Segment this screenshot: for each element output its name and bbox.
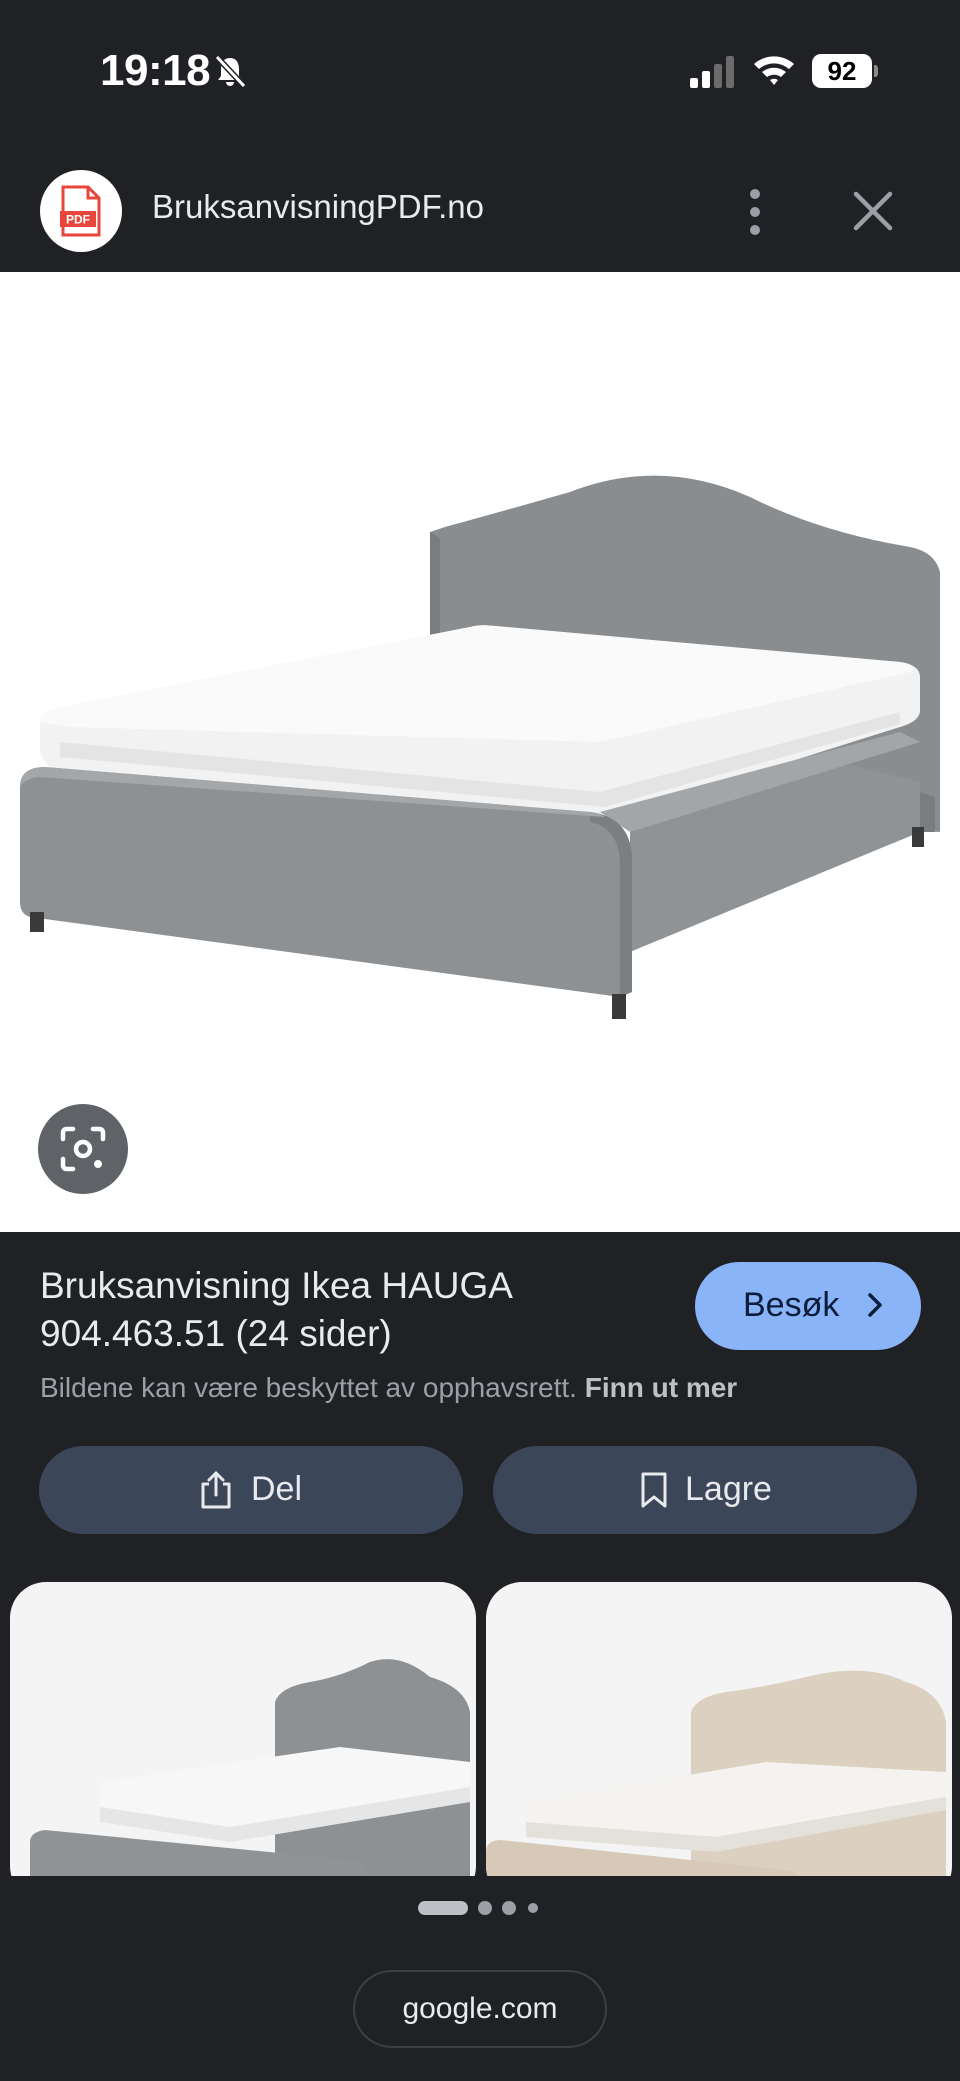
site-name[interactable]: BruksanvisningPDF.no (152, 188, 484, 226)
result-title[interactable]: Bruksanvisning Ikea HAUGA 904.463.51 (24… (40, 1262, 680, 1358)
bell-slash-icon (214, 54, 247, 89)
status-bar: 19:18 92 (0, 0, 960, 150)
related-thumbnail[interactable] (486, 1582, 952, 1876)
pdf-icon: PDF (60, 185, 101, 237)
save-label: Lagre (685, 1470, 772, 1508)
thumbnail-image (486, 1670, 946, 1876)
battery-level: 92 (812, 54, 872, 88)
thumbnail-image (30, 1659, 470, 1876)
share-button[interactable]: Del (39, 1446, 463, 1534)
url-bar[interactable]: google.com (353, 1970, 607, 2048)
pager-dot[interactable] (528, 1903, 538, 1913)
status-time: 19:18 (100, 46, 211, 95)
more-vert-icon[interactable] (735, 182, 775, 242)
learn-more-link[interactable]: Finn ut mer (585, 1372, 737, 1403)
google-lens-button[interactable] (38, 1104, 128, 1194)
visit-button[interactable]: Besøk (695, 1262, 921, 1350)
chevron-right-icon (868, 1293, 882, 1317)
pager-dot[interactable] (478, 1901, 492, 1915)
site-logo[interactable]: PDF (40, 170, 122, 252)
bed-image (20, 475, 940, 1019)
share-label: Del (251, 1470, 303, 1508)
google-lens-icon (60, 1126, 106, 1172)
share-icon (201, 1471, 231, 1509)
bookmark-icon (641, 1472, 667, 1508)
related-images (0, 1582, 960, 1876)
battery-tip (874, 65, 878, 77)
disclaimer-text: Bildene kan være beskyttet av opphavsret… (40, 1372, 577, 1403)
site-header: PDF BruksanvisningPDF.no (0, 150, 960, 272)
copyright-disclaimer: Bildene kan være beskyttet av opphavsret… (40, 1372, 737, 1404)
save-button[interactable]: Lagre (493, 1446, 917, 1534)
wifi-icon (754, 56, 794, 85)
visit-label: Besøk (743, 1286, 840, 1324)
main-image[interactable] (0, 272, 960, 1232)
pager-dot[interactable] (502, 1901, 516, 1915)
pager-dot-active[interactable] (418, 1901, 468, 1915)
close-icon[interactable] (848, 186, 898, 236)
image-pager (418, 1900, 548, 1916)
related-thumbnail[interactable] (10, 1582, 476, 1876)
cellular-signal-icon (690, 56, 734, 88)
battery-icon: 92 (812, 54, 878, 88)
logo-text: PDF (66, 213, 90, 227)
